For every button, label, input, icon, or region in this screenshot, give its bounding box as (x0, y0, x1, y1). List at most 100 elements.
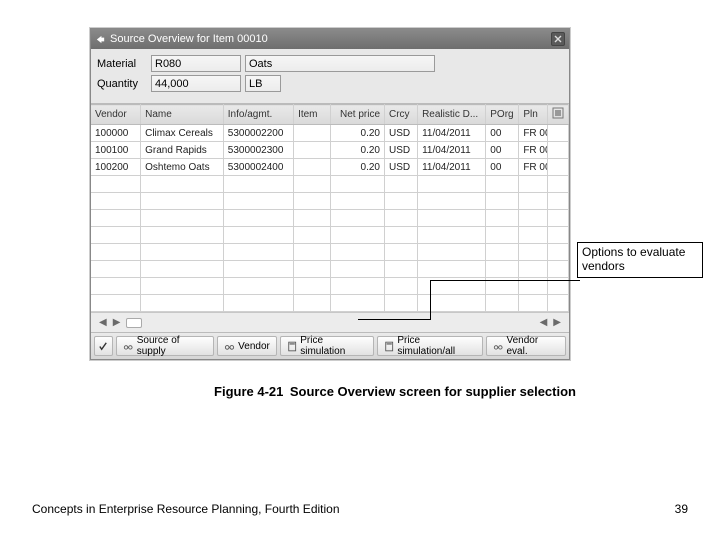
cell (91, 295, 141, 312)
price-simulation-button[interactable]: Price simulation (280, 336, 374, 356)
scroll-left-icon[interactable]: ◀ (99, 317, 107, 328)
cell (331, 261, 385, 278)
cell[interactable]: 11/04/2011 (418, 142, 486, 159)
cell[interactable] (548, 125, 569, 142)
cell (331, 244, 385, 261)
cell[interactable]: 0.20 (331, 142, 385, 159)
col-porg[interactable]: POrg (486, 105, 519, 125)
close-button[interactable] (551, 32, 565, 46)
col-vendor[interactable]: Vendor (91, 105, 141, 125)
cell (519, 244, 548, 261)
cell[interactable]: 00 (486, 159, 519, 176)
table-row (91, 210, 569, 227)
scroll-left-icon-2[interactable]: ◀ (540, 317, 548, 328)
table-header-row: Vendor Name Info/agmt. Item Net price Cr… (91, 105, 569, 125)
col-crcy[interactable]: Crcy (385, 105, 418, 125)
cell (331, 227, 385, 244)
cell (548, 193, 569, 210)
cell[interactable]: 00 (486, 125, 519, 142)
quantity-field[interactable]: 44,000 (151, 75, 241, 92)
cell (418, 261, 486, 278)
cell (331, 210, 385, 227)
vendor-button[interactable]: Vendor (217, 336, 277, 356)
unit-field[interactable]: LB (245, 75, 281, 92)
cell[interactable]: 0.20 (331, 125, 385, 142)
cell (141, 193, 224, 210)
cell (294, 176, 331, 193)
table-settings-icon[interactable] (552, 107, 564, 119)
window-menu-icon[interactable] (95, 34, 106, 45)
cell (91, 227, 141, 244)
table-row[interactable]: 100200Oshtemo Oats5300002400 0.20USD11/04… (91, 159, 569, 176)
cell (91, 210, 141, 227)
cell (519, 210, 548, 227)
cell[interactable]: FR 001 (519, 142, 548, 159)
cell (223, 176, 293, 193)
cell[interactable]: 00 (486, 142, 519, 159)
source-of-supply-button[interactable]: Source of supply (116, 336, 214, 356)
cell[interactable] (294, 159, 331, 176)
cell[interactable]: USD (385, 159, 418, 176)
col-item[interactable]: Item (294, 105, 331, 125)
cell[interactable] (548, 159, 569, 176)
cell (331, 295, 385, 312)
table-row[interactable]: 100100Grand Rapids5300002300 0.20USD11/04… (91, 142, 569, 159)
cell[interactable] (294, 125, 331, 142)
cell (141, 210, 224, 227)
cell[interactable]: 100100 (91, 142, 141, 159)
cell[interactable]: 5300002200 (223, 125, 293, 142)
cell[interactable]: Climax Cereals (141, 125, 224, 142)
vendor-eval-button[interactable]: Vendor eval. (486, 336, 566, 356)
col-date[interactable]: Realistic D... (418, 105, 486, 125)
scroll-right-icon[interactable]: ▶ (113, 317, 121, 328)
cell[interactable]: USD (385, 142, 418, 159)
titlebar: Source Overview for Item 00010 (91, 29, 569, 49)
cell (486, 210, 519, 227)
cell[interactable]: 100200 (91, 159, 141, 176)
cell[interactable] (548, 142, 569, 159)
cell (91, 244, 141, 261)
table-row (91, 176, 569, 193)
cell[interactable]: USD (385, 125, 418, 142)
book-title: Concepts in Enterprise Resource Planning… (32, 502, 340, 516)
col-pln[interactable]: Pln (519, 105, 548, 125)
cell[interactable]: 5300002400 (223, 159, 293, 176)
scroll-thumb[interactable] (126, 318, 142, 328)
scroll-right-icon-2[interactable]: ▶ (553, 317, 561, 328)
cell[interactable]: 5300002300 (223, 142, 293, 159)
cell (548, 295, 569, 312)
vendor-eval-label: Vendor eval. (507, 335, 560, 357)
cell (223, 261, 293, 278)
col-netprice[interactable]: Net price (331, 105, 385, 125)
cell (548, 261, 569, 278)
check-button[interactable] (94, 336, 113, 356)
cell[interactable] (294, 142, 331, 159)
table-row (91, 295, 569, 312)
vendor-button-label: Vendor (238, 341, 270, 352)
col-settings[interactable] (548, 105, 569, 125)
table-row[interactable]: 100000Climax Cereals5300002200 0.20USD11/… (91, 125, 569, 142)
material-code-field[interactable]: R080 (151, 55, 241, 72)
col-name[interactable]: Name (141, 105, 224, 125)
cell (223, 193, 293, 210)
cell (486, 244, 519, 261)
toolbar: Source of supply Vendor Price simulation… (91, 332, 569, 359)
cell (385, 278, 418, 295)
cell[interactable]: 100000 (91, 125, 141, 142)
cell[interactable]: FR 001 (519, 125, 548, 142)
cell[interactable]: 11/04/2011 (418, 159, 486, 176)
cell[interactable]: 0.20 (331, 159, 385, 176)
figure-caption: Figure 4-21 Source Overview screen for s… (90, 384, 700, 399)
price-simulation-all-button[interactable]: Price simulation/all (377, 336, 483, 356)
cell (385, 176, 418, 193)
col-info[interactable]: Info/agmt. (223, 105, 293, 125)
cell (331, 278, 385, 295)
cell[interactable]: 11/04/2011 (418, 125, 486, 142)
cell (294, 295, 331, 312)
cell (294, 193, 331, 210)
page-footer: Concepts in Enterprise Resource Planning… (0, 502, 720, 516)
cell[interactable]: FR 001 (519, 159, 548, 176)
cell[interactable]: Grand Rapids (141, 142, 224, 159)
cell[interactable]: Oshtemo Oats (141, 159, 224, 176)
material-desc-field[interactable]: Oats (245, 55, 435, 72)
